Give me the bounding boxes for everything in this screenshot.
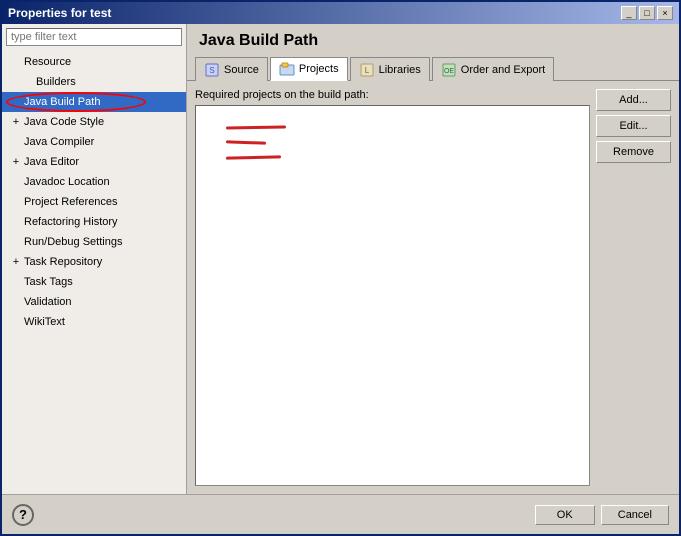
- panel-title: Java Build Path: [187, 24, 679, 56]
- bottom-buttons: OK Cancel: [535, 505, 669, 525]
- svg-text:S: S: [209, 66, 214, 75]
- sidebar: Resource Builders Java Build Path +: [2, 24, 187, 494]
- sidebar-item-label: Project References: [24, 193, 118, 211]
- expand-icon: +: [10, 116, 22, 128]
- sidebar-item-task-tags[interactable]: Task Tags: [2, 272, 186, 292]
- expand-icon: [22, 76, 34, 88]
- window-title: Properties for test: [8, 6, 111, 20]
- sidebar-item-task-repository[interactable]: + Task Repository: [2, 252, 186, 272]
- libraries-icon: L: [359, 62, 375, 78]
- svg-text:OE: OE: [444, 68, 454, 75]
- tab-projects[interactable]: Projects: [270, 57, 348, 81]
- maximize-button[interactable]: □: [639, 6, 655, 20]
- sidebar-item-label: Task Tags: [24, 273, 73, 291]
- bottom-bar: ? OK Cancel: [2, 494, 679, 534]
- expand-icon: [10, 316, 22, 328]
- sidebar-item-label: Run/Debug Settings: [24, 233, 122, 251]
- sidebar-item-label: Refactoring History: [24, 213, 118, 231]
- ok-button[interactable]: OK: [535, 505, 595, 525]
- svg-text:L: L: [364, 66, 369, 75]
- sidebar-item-wikitext[interactable]: WikiText: [2, 312, 186, 332]
- sidebar-item-label: Validation: [24, 293, 72, 311]
- tab-libraries[interactable]: L Libraries: [350, 57, 430, 81]
- sidebar-item-label: Java Compiler: [24, 133, 94, 151]
- right-panel: Java Build Path S Source: [187, 24, 679, 494]
- sidebar-item-run-debug-settings[interactable]: Run/Debug Settings: [2, 232, 186, 252]
- sidebar-item-java-build-path[interactable]: Java Build Path: [2, 92, 186, 112]
- content-area: Required projects on the build path: Add…: [187, 81, 679, 494]
- tab-libraries-label: Libraries: [379, 64, 421, 76]
- expand-icon: [10, 136, 22, 148]
- expand-icon: [10, 96, 22, 108]
- sidebar-item-label: WikiText: [24, 313, 65, 331]
- sidebar-item-project-references[interactable]: Project References: [2, 192, 186, 212]
- sidebar-item-label: Javadoc Location: [24, 173, 110, 191]
- close-button[interactable]: ×: [657, 6, 673, 20]
- tab-order-export[interactable]: OE Order and Export: [432, 57, 554, 81]
- tabs-container: S Source Projects: [187, 56, 679, 81]
- expand-icon: [10, 216, 22, 228]
- window-body: Resource Builders Java Build Path +: [2, 24, 679, 534]
- sidebar-item-java-editor[interactable]: + Java Editor: [2, 152, 186, 172]
- edit-button[interactable]: Edit...: [596, 115, 671, 137]
- expand-icon: +: [10, 156, 22, 168]
- expand-icon: [10, 56, 22, 68]
- main-content: Resource Builders Java Build Path +: [2, 24, 679, 494]
- sidebar-item-label: Java Build Path: [24, 93, 100, 111]
- projects-icon: [279, 61, 295, 77]
- expand-icon: [10, 276, 22, 288]
- projects-panel: Required projects on the build path:: [195, 89, 590, 486]
- help-button[interactable]: ?: [12, 504, 34, 526]
- expand-icon: +: [10, 256, 22, 268]
- title-bar: Properties for test _ □ ×: [2, 2, 679, 24]
- expand-icon: [10, 236, 22, 248]
- sidebar-item-label: Task Repository: [24, 253, 102, 271]
- cancel-button[interactable]: Cancel: [601, 505, 669, 525]
- sidebar-item-builders[interactable]: Builders: [2, 72, 186, 92]
- sidebar-item-validation[interactable]: Validation: [2, 292, 186, 312]
- expand-icon: [10, 296, 22, 308]
- minimize-button[interactable]: _: [621, 6, 637, 20]
- sidebar-item-java-code-style[interactable]: + Java Code Style: [2, 112, 186, 132]
- title-bar-buttons: _ □ ×: [621, 6, 673, 20]
- sidebar-item-resource[interactable]: Resource: [2, 52, 186, 72]
- sidebar-item-label: Java Code Style: [24, 113, 104, 131]
- tab-projects-label: Projects: [299, 63, 339, 75]
- buttons-panel: Add... Edit... Remove: [596, 89, 671, 486]
- projects-list[interactable]: [195, 105, 590, 486]
- sidebar-item-javadoc-location[interactable]: Javadoc Location: [2, 172, 186, 192]
- sidebar-item-refactoring-history[interactable]: Refactoring History: [2, 212, 186, 232]
- filter-input[interactable]: [6, 28, 182, 46]
- expand-icon: [10, 196, 22, 208]
- tree-container: Resource Builders Java Build Path +: [2, 50, 186, 494]
- tab-order-export-label: Order and Export: [461, 64, 545, 76]
- tab-source-label: Source: [224, 64, 259, 76]
- remove-button[interactable]: Remove: [596, 141, 671, 163]
- add-button[interactable]: Add...: [596, 89, 671, 111]
- tab-source[interactable]: S Source: [195, 57, 268, 81]
- sidebar-item-label: Java Editor: [24, 153, 79, 171]
- order-export-icon: OE: [441, 62, 457, 78]
- sidebar-item-java-compiler[interactable]: Java Compiler: [2, 132, 186, 152]
- annotation-scribble: [226, 126, 286, 171]
- sidebar-item-label: Builders: [36, 73, 76, 91]
- main-window: Properties for test _ □ × Resource Build…: [0, 0, 681, 536]
- sidebar-item-label: Resource: [24, 53, 71, 71]
- required-label: Required projects on the build path:: [195, 89, 590, 101]
- expand-icon: [10, 176, 22, 188]
- source-icon: S: [204, 62, 220, 78]
